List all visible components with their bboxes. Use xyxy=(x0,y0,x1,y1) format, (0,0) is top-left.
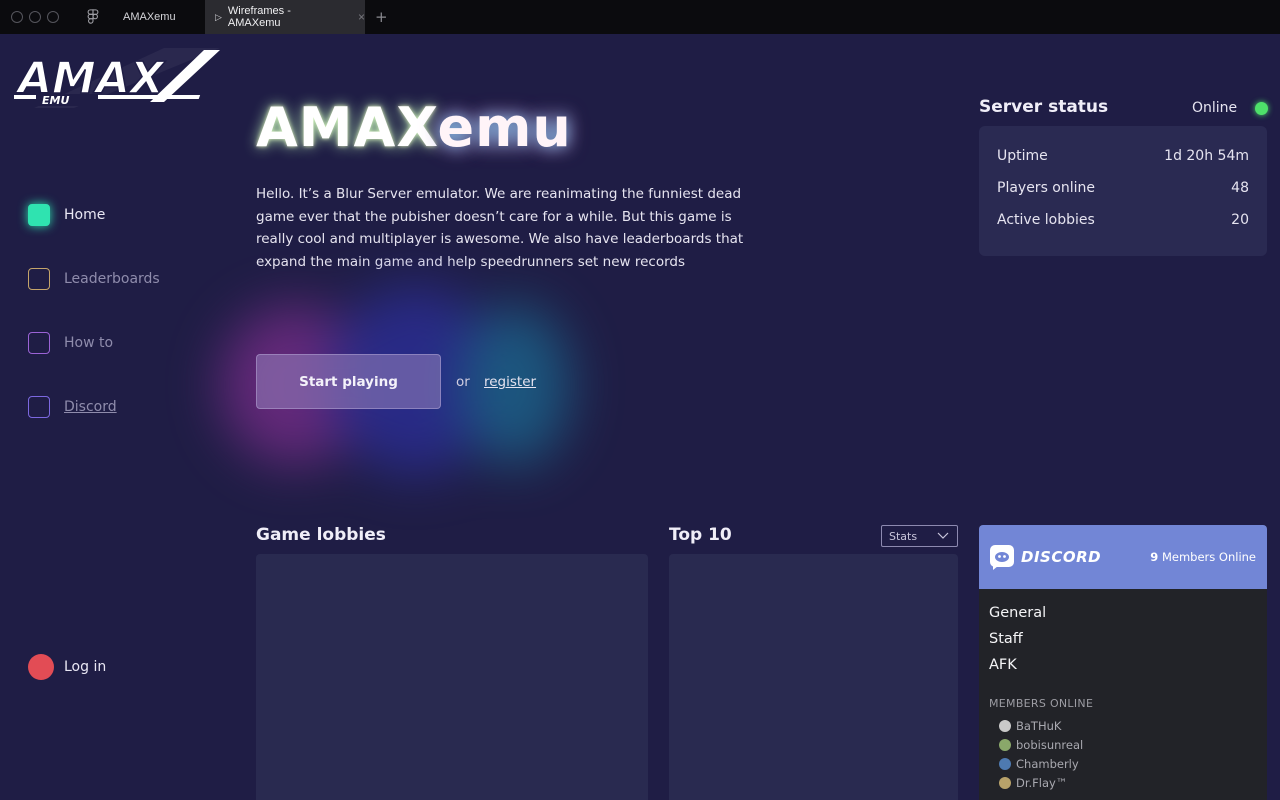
sidebar-item-discord[interactable]: Discord xyxy=(28,392,208,422)
members-count: 9 xyxy=(1150,550,1159,564)
discord-widget: DISCORD 9 Members Online General Staff A… xyxy=(979,525,1267,800)
sidebar-item-label: Discord xyxy=(64,399,117,415)
members-online-heading: MEMBERS ONLINE xyxy=(989,697,1094,710)
start-playing-button[interactable]: Start playing xyxy=(256,354,441,409)
hero-description: Hello. It’s a Blur Server emulator. We a… xyxy=(256,186,744,270)
member-name: bobisunreal xyxy=(1016,737,1084,752)
status-value: 48 xyxy=(1231,180,1249,196)
members-label: Members Online xyxy=(1161,550,1256,564)
or-text: or xyxy=(456,374,470,390)
stats-select-value: Stats xyxy=(889,529,918,543)
member-item[interactable]: Chamberly xyxy=(999,754,1257,773)
discord-header[interactable]: DISCORD 9 Members Online xyxy=(979,525,1267,589)
member-avatar xyxy=(999,738,1011,751)
status-value: 1d 20h 54m xyxy=(1164,148,1249,164)
figma-icon[interactable] xyxy=(87,9,99,25)
browser-chrome: AMAXemu ▷ Wireframes - AMAXemu × + xyxy=(0,0,1280,34)
game-lobbies-title: Game lobbies xyxy=(256,525,386,545)
channel-general[interactable]: General xyxy=(989,605,1257,631)
discord-members-online: 9 Members Online xyxy=(1150,550,1256,564)
channel-afk[interactable]: AFK xyxy=(989,657,1257,683)
member-name: BaTHuK xyxy=(1016,718,1062,733)
member-item[interactable]: Dr.Flay™ xyxy=(999,773,1257,792)
top10-panel xyxy=(669,554,958,800)
amax-emu-logo[interactable]: AMAX EMU xyxy=(14,46,222,108)
login-circle-icon xyxy=(28,654,54,680)
member-item[interactable]: BaTHuK xyxy=(999,716,1257,735)
play-icon: ▷ xyxy=(215,11,222,22)
square-filled-icon xyxy=(28,204,50,226)
online-indicator-icon xyxy=(1255,102,1268,115)
close-tab-icon[interactable]: × xyxy=(358,10,365,24)
discord-logo-icon xyxy=(990,545,1014,570)
square-outline-icon xyxy=(28,268,50,290)
login-button[interactable]: Log in xyxy=(28,654,106,680)
member-avatar xyxy=(999,776,1011,789)
server-status-state: Online xyxy=(1192,100,1238,116)
stats-select[interactable]: Stats xyxy=(881,525,958,547)
browser-tab-amaxemu[interactable]: AMAXemu xyxy=(123,11,205,23)
status-row-uptime: Uptime 1d 20h 54m xyxy=(997,148,1249,180)
minimize-window-button[interactable] xyxy=(29,11,41,23)
server-status-title: Server status xyxy=(979,97,1109,117)
status-value: 20 xyxy=(1231,212,1249,228)
hero-title: AMAXemu xyxy=(256,96,572,159)
member-avatar xyxy=(999,757,1011,770)
browser-tab-wireframes[interactable]: ▷ Wireframes - AMAXemu × xyxy=(205,0,365,34)
member-name: Dr.Flay™ xyxy=(1016,775,1068,790)
channel-staff[interactable]: Staff xyxy=(989,631,1257,657)
hero-title-part2: emu xyxy=(437,96,572,159)
status-row-lobbies: Active lobbies 20 xyxy=(997,212,1249,244)
login-label: Log in xyxy=(64,659,107,675)
member-list: BaTHuK bobisunreal Chamberly Dr.Flay™ xyxy=(989,716,1257,792)
status-label: Players online xyxy=(997,180,1096,196)
server-status-card: Uptime 1d 20h 54m Players online 48 Acti… xyxy=(979,126,1267,256)
close-window-button[interactable] xyxy=(11,11,23,23)
square-outline-icon xyxy=(28,332,50,354)
logo-sub-text: EMU xyxy=(42,94,69,107)
new-tab-button[interactable]: + xyxy=(375,8,388,26)
sidebar-item-label: How to xyxy=(64,335,114,351)
sidebar-item-how-to[interactable]: How to xyxy=(28,328,208,358)
sidebar-item-label: Leaderboards xyxy=(64,271,160,287)
window-controls xyxy=(11,11,59,23)
status-label: Uptime xyxy=(997,148,1048,164)
discord-channel-list: General Staff AFK MEMBERS ONLINE BaTHuK … xyxy=(979,589,1267,792)
status-row-players: Players online 48 xyxy=(997,180,1249,212)
member-name: Chamberly xyxy=(1016,756,1079,771)
zoom-window-button[interactable] xyxy=(47,11,59,23)
chevron-down-icon xyxy=(937,532,949,539)
sidebar-item-label: Home xyxy=(64,207,106,223)
tab-title: Wireframes - AMAXemu xyxy=(227,5,291,29)
hero-title-part1: AMAX xyxy=(256,96,438,159)
status-label: Active lobbies xyxy=(997,212,1095,228)
discord-wordmark: DISCORD xyxy=(1021,548,1102,566)
member-item[interactable]: bobisunreal xyxy=(999,735,1257,754)
game-lobbies-panel xyxy=(256,554,648,800)
square-outline-icon xyxy=(28,396,50,418)
sidebar-item-home[interactable]: Home xyxy=(28,200,208,230)
sidebar-item-leaderboards[interactable]: Leaderboards xyxy=(28,264,208,294)
register-link[interactable]: register xyxy=(484,374,536,390)
top10-title: Top 10 xyxy=(669,525,732,545)
member-avatar xyxy=(999,719,1011,732)
